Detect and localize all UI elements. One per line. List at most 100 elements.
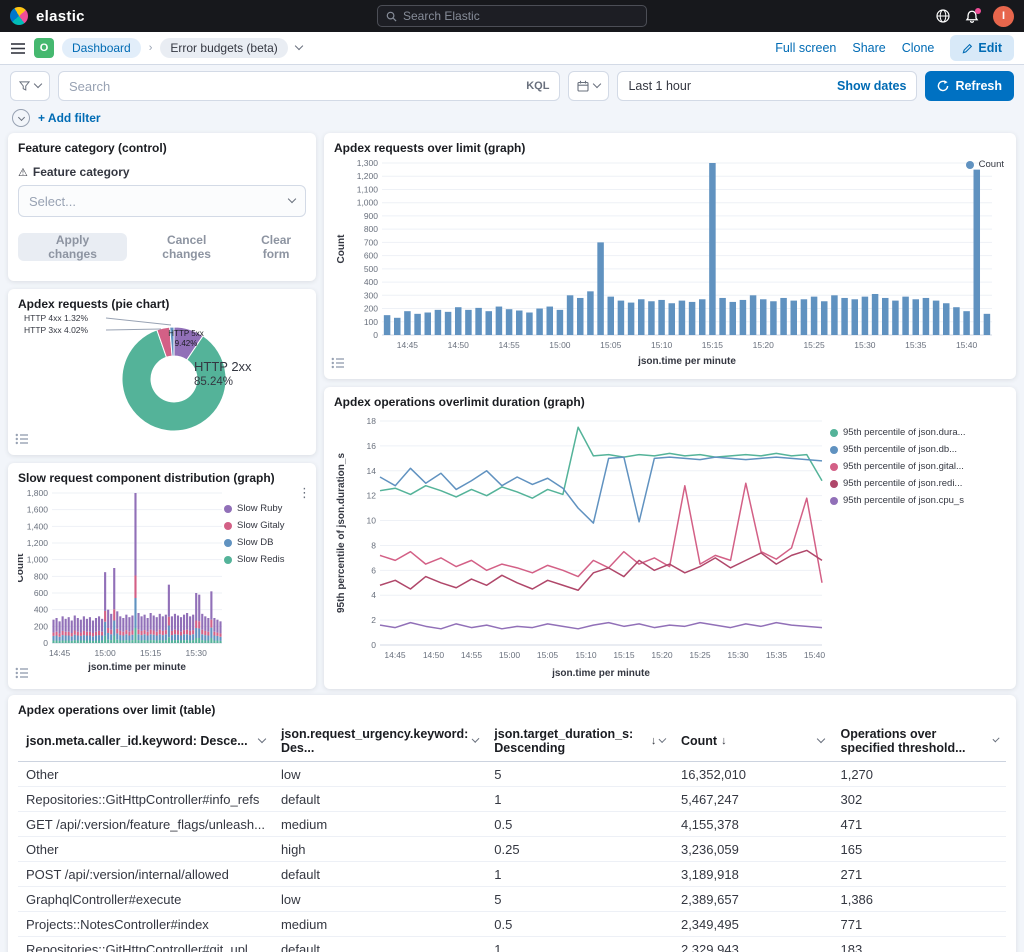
svg-text:14:50: 14:50 [448,340,470,350]
line-chart[interactable]: 02468101214161814:4514:5014:5515:0015:05… [334,411,830,679]
feature-category-select[interactable]: Select... [18,185,306,217]
global-search[interactable] [377,5,647,27]
stacked-bar-chart[interactable]: 02004006008001,0001,2001,4001,6001,80014… [18,487,224,673]
table-cell: 1 [486,937,673,952]
svg-text:1,200: 1,200 [27,538,49,548]
legend-item[interactable]: Count [966,159,1004,170]
svg-text:15:25: 15:25 [689,650,711,660]
globe-icon[interactable] [935,8,951,24]
menu-icon[interactable] [10,42,26,55]
svg-text:json.time per minute: json.time per minute [87,662,186,673]
column-menu-chevron-icon[interactable] [817,735,825,743]
table-row: Projects::NotesController#indexmedium0.5… [18,912,1006,937]
saved-query-button[interactable] [10,71,50,101]
column-menu-chevron-icon[interactable] [992,735,999,742]
global-search-input[interactable] [403,9,638,23]
svg-text:1,800: 1,800 [27,488,49,498]
table-column-header[interactable]: Count↓ [673,721,833,762]
table-cell: Repositories::GitHttpController#git_upl.… [18,937,273,952]
refresh-label: Refresh [955,79,1002,93]
svg-text:15:10: 15:10 [575,650,597,660]
bar-chart[interactable]: 01002003004005006007008009001,0001,1001,… [334,157,1002,367]
legend-item[interactable]: 95th percentile of json.dura... [830,427,1000,438]
svg-text:15:20: 15:20 [753,340,775,350]
legend-item[interactable]: Slow DB [224,537,304,548]
breadcrumb-dashboard[interactable]: Dashboard [62,38,141,58]
cancel-changes-button[interactable]: Cancel changes [141,233,232,261]
calendar-icon [577,80,589,92]
dashboard: Feature category (control) ⚠ Feature cat… [0,133,1024,689]
space-badge[interactable]: O [34,38,54,58]
svg-text:200: 200 [364,304,378,314]
legend-toggle-icon[interactable] [331,356,345,374]
legend-toggle-icon[interactable] [15,432,29,450]
legend-label: Slow DB [237,537,273,548]
table-column-header[interactable]: json.meta.caller_id.keyword: Desce... [18,721,273,762]
svg-text:800: 800 [364,224,378,234]
svg-text:900: 900 [364,211,378,221]
panel-options-icon[interactable]: ⋮ [298,485,311,501]
table-cell: medium [273,912,486,937]
legend-item[interactable]: 95th percentile of json.db... [830,444,1000,455]
table-column-header[interactable]: json.target_duration_s: Descending↓ [486,721,673,762]
svg-text:15:05: 15:05 [600,340,622,350]
show-dates-link[interactable]: Show dates [837,79,906,93]
pie-label-4xx: HTTP 4xx 1.32% [24,313,88,323]
chart-legend: Slow Ruby Slow Gitaly Slow DB Slow Redis [224,487,304,673]
svg-text:95th percentile of json.durati: 95th percentile of json.duration_s [336,453,347,613]
table-column-header[interactable]: Operations over specified threshold... [832,721,1006,762]
legend-item[interactable]: 95th percentile of json.cpu_s [830,495,1000,506]
svg-text:15:40: 15:40 [804,650,826,660]
legend-dot-icon [224,522,232,530]
edit-button[interactable]: Edit [950,35,1014,61]
panel-table: Apdex operations over limit (table) json… [8,695,1016,952]
apply-changes-button[interactable]: Apply changes [18,233,127,261]
table-column-header[interactable]: json.request_urgency.keyword: Des... [273,721,486,762]
svg-text:15:00: 15:00 [549,340,571,350]
panel-title: Apdex operations over limit (table) [18,703,1006,717]
legend-item[interactable]: Slow Gitaly [224,520,304,531]
legend-toggle-icon[interactable] [15,666,29,684]
legend-item[interactable]: 95th percentile of json.redi... [830,478,1000,489]
avatar[interactable]: I [993,6,1014,27]
svg-text:2: 2 [371,615,376,625]
data-table: json.meta.caller_id.keyword: Desce...jso… [18,721,1006,952]
refresh-button[interactable]: Refresh [925,71,1014,101]
svg-text:15:25: 15:25 [803,340,825,350]
legend-item[interactable]: Slow Ruby [224,503,304,514]
legend-dot-icon [966,161,974,169]
dashboard-menu-chevron-icon[interactable] [295,42,303,50]
time-range-label[interactable]: Last 1 hour [628,79,691,93]
table-cell: low [273,887,486,912]
svg-text:json.time per minute: json.time per minute [637,356,736,367]
legend-dot-icon [830,446,838,454]
column-menu-chevron-icon[interactable] [659,735,666,742]
datepicker-button[interactable] [568,71,609,101]
time-range-box[interactable]: Last 1 hour Show dates [617,71,917,101]
filter-options-icon[interactable] [12,109,30,127]
legend-item[interactable]: 95th percentile of json.gital... [830,461,1000,472]
table-row: GraphqlController#executelow52,389,6571,… [18,887,1006,912]
svg-text:14:45: 14:45 [397,340,419,350]
legend-item[interactable]: Slow Redis [224,554,304,565]
clear-form-button[interactable]: Clear form [246,233,306,261]
table-cell: 2,389,657 [673,887,833,912]
table-cell: 165 [832,837,1006,862]
column-menu-chevron-icon[interactable] [472,735,480,743]
svg-text:700: 700 [364,237,378,247]
sort-descending-icon: ↓ [651,735,657,747]
query-search-input[interactable] [69,79,526,94]
add-filter-link[interactable]: + Add filter [38,111,101,125]
pie-label-2xx: HTTP 2xx 85.24% [194,359,252,388]
legend-label: 95th percentile of json.db... [843,444,957,455]
kql-label[interactable]: KQL [526,80,549,92]
column-menu-chevron-icon[interactable] [258,735,266,743]
query-search[interactable]: KQL [58,71,560,101]
table-cell: 302 [832,787,1006,812]
notifications-icon[interactable] [965,10,979,23]
fullscreen-link[interactable]: Full screen [775,41,836,55]
table-cell: 471 [832,812,1006,837]
share-link[interactable]: Share [852,41,885,55]
legend-label: 95th percentile of json.cpu_s [843,495,964,506]
clone-link[interactable]: Clone [902,41,935,55]
